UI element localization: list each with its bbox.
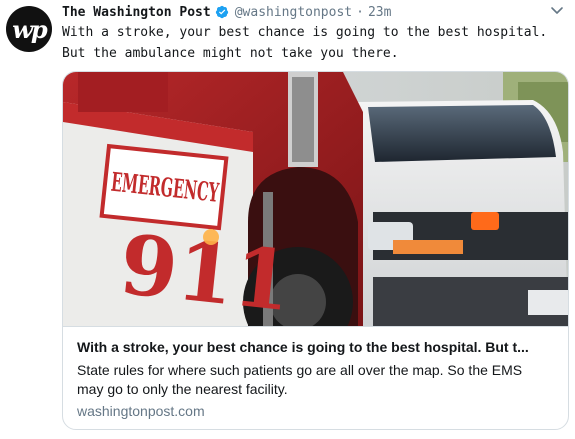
tweet-text: With a stroke, your best chance is going… <box>62 25 548 61</box>
verified-badge-icon <box>215 5 228 19</box>
card-body[interactable]: With a stroke, your best chance is going… <box>63 326 568 429</box>
author-name[interactable]: The Washington Post <box>62 5 211 20</box>
card-image[interactable]: EMERGENCY 911 <box>63 72 568 326</box>
avatar[interactable]: wp <box>6 6 52 52</box>
link-card[interactable]: EMERGENCY 911 With a stroke, your best c… <box>62 71 569 430</box>
card-description: State rules for where such patients go a… <box>77 362 523 397</box>
card-title[interactable]: With a stroke, your best chance is going… <box>77 339 557 355</box>
chevron-down-icon[interactable] <box>549 2 565 18</box>
separator-dot: · <box>356 4 364 20</box>
author-handle[interactable]: @washingtonpost <box>235 5 352 20</box>
timestamp[interactable]: 23m <box>368 5 391 20</box>
avatar-logo-text: wp <box>12 14 47 44</box>
card-domain[interactable]: washingtonpost.com <box>77 403 205 419</box>
tweet-header: The Washington Post @washingtonpost · 23… <box>62 3 391 21</box>
